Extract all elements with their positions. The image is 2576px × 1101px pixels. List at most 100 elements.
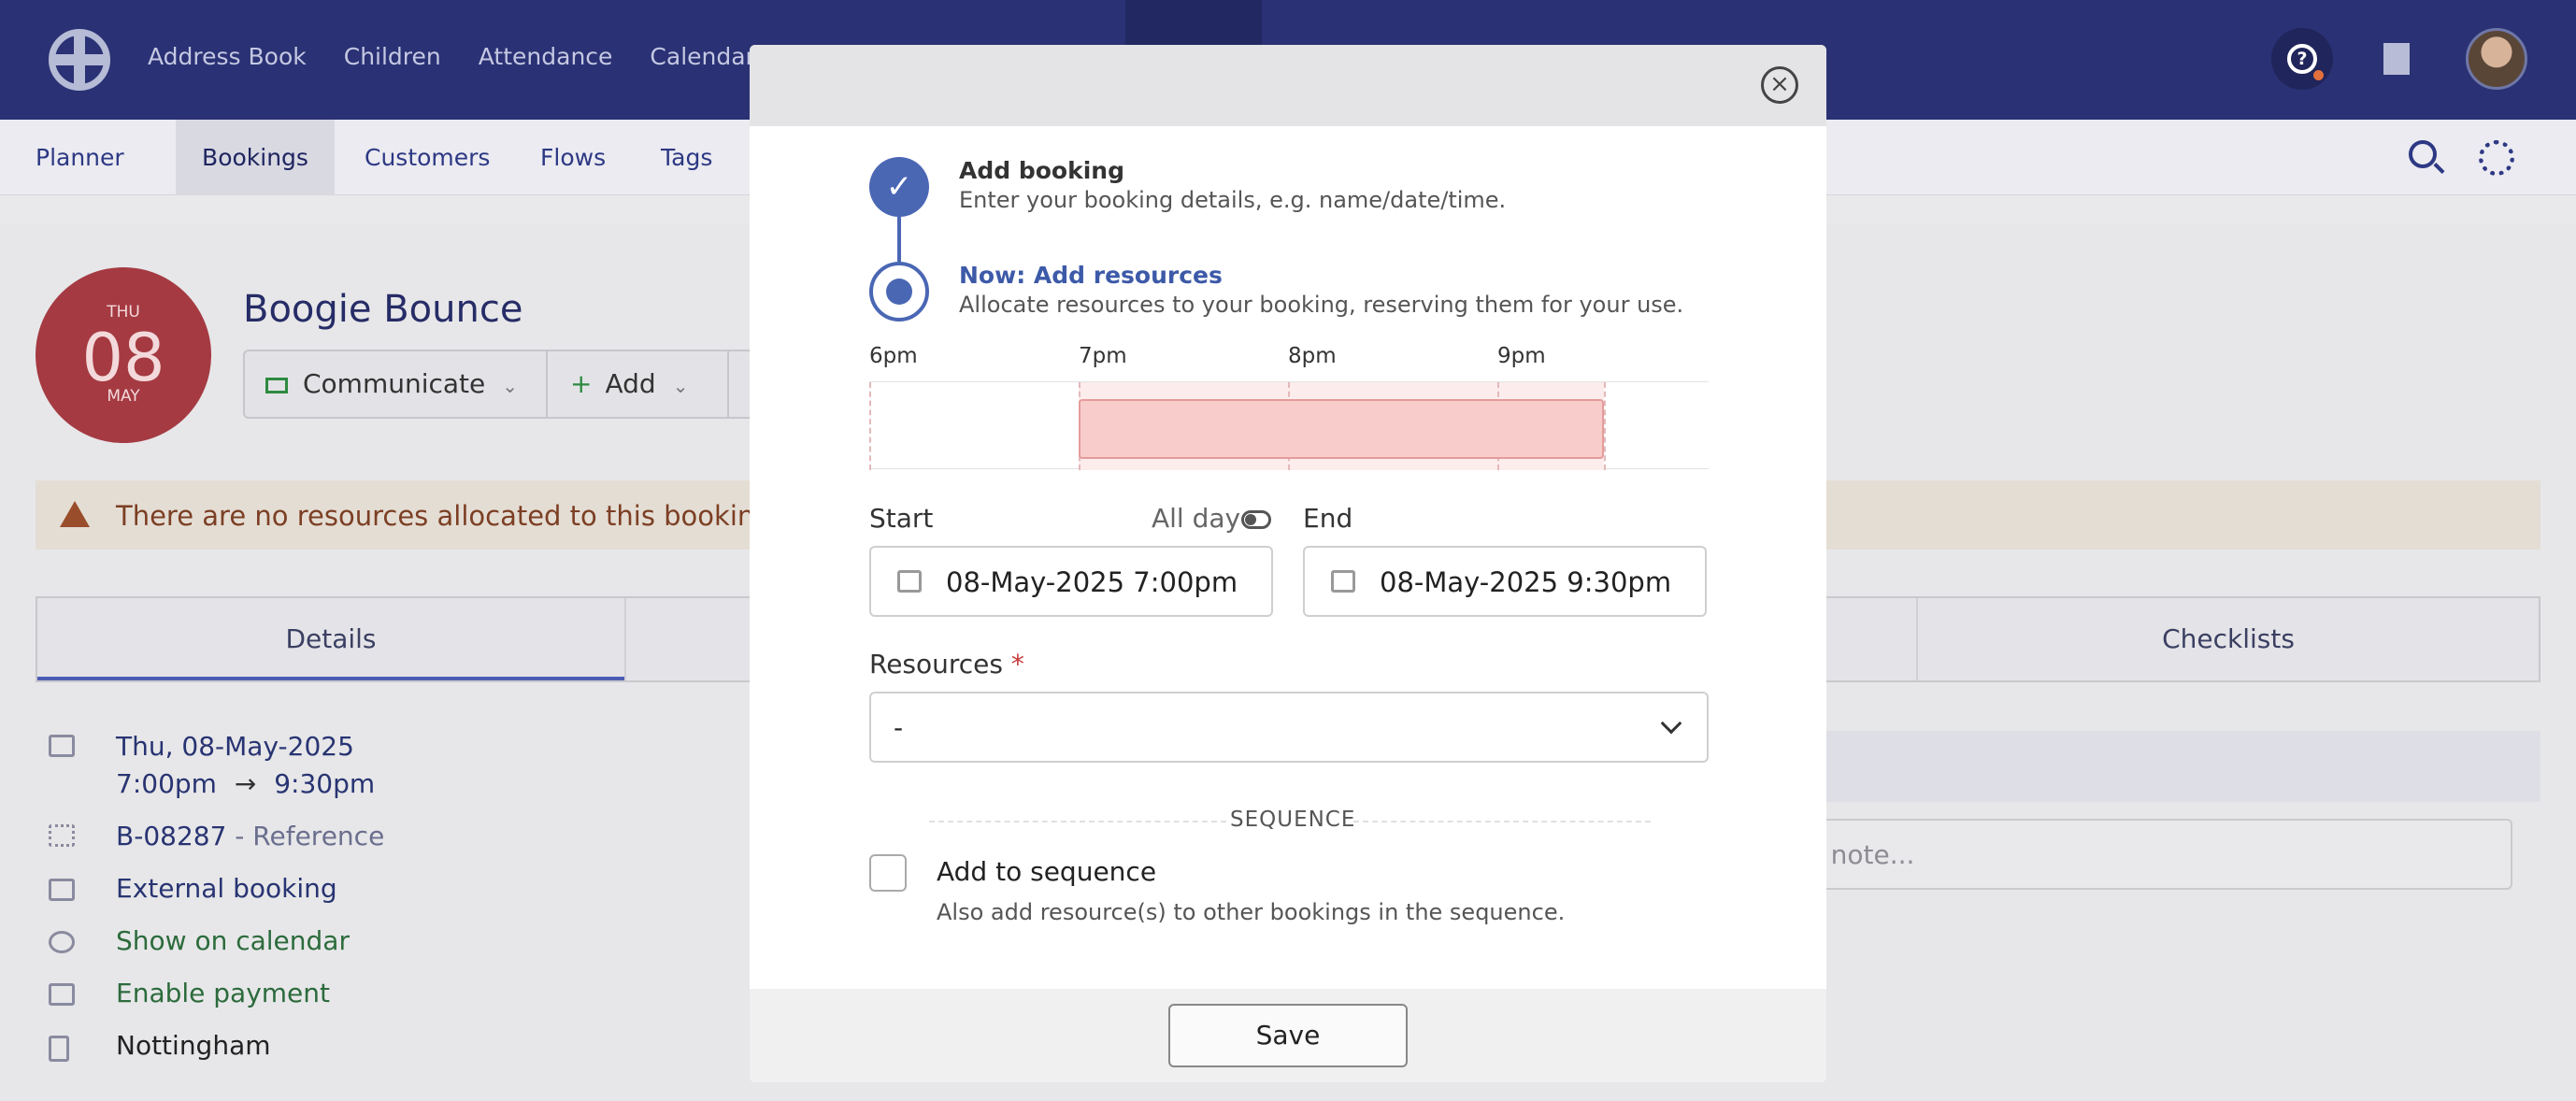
start-label: Start <box>869 503 934 534</box>
required-mark: * <box>1010 649 1024 679</box>
date-badge-day: THU <box>107 303 140 322</box>
sequence-heading: SEQUENCE <box>1230 808 1356 832</box>
building-icon <box>49 1036 69 1062</box>
folder-icon <box>49 879 75 901</box>
reference-id: B-08287 <box>116 821 227 851</box>
end-datetime-input[interactable]: 08-May-2025 9:30pm <box>1303 546 1707 617</box>
save-button[interactable]: Save <box>1168 1004 1408 1067</box>
subnav-bookings[interactable]: Bookings <box>176 120 335 195</box>
modal-header: × <box>750 45 1826 126</box>
eye-icon <box>49 931 75 953</box>
detail-reference[interactable]: B-08287 - Reference <box>116 821 384 851</box>
step-complete-check-icon: ✓ <box>869 157 929 217</box>
plus-icon: + <box>570 368 593 399</box>
chevron-down-icon: ⌄ <box>502 375 519 397</box>
add-to-sequence-checkbox[interactable] <box>869 854 907 892</box>
timeline-label-6pm: 6pm <box>869 344 918 368</box>
step-1-title: Add booking <box>959 157 1124 184</box>
subnav-tags[interactable]: Tags <box>661 120 712 195</box>
date-badge-number: 08 <box>81 320 165 396</box>
booking-title: Boogie Bounce <box>243 288 523 331</box>
resources-select[interactable]: - <box>869 692 1709 763</box>
calendar-clock-icon <box>1331 570 1355 593</box>
date-badge-month: MAY <box>107 387 140 406</box>
detail-date[interactable]: Thu, 08-May-2025 <box>116 731 354 762</box>
top-nav-children[interactable]: Children <box>344 43 441 70</box>
detail-location[interactable]: Nottingham <box>116 1030 271 1061</box>
subnav-planner[interactable]: Planner <box>9 120 150 195</box>
top-nav-address-book[interactable]: Address Book <box>148 43 307 70</box>
add-button[interactable]: + Add ⌄ <box>570 351 688 417</box>
step-current-dot <box>886 279 912 305</box>
chevron-down-icon: ⌄ <box>672 375 689 397</box>
building-icon[interactable] <box>2383 43 2410 75</box>
help-icon: ? <box>2287 44 2317 74</box>
start-datetime-input[interactable]: 08-May-2025 7:00pm <box>869 546 1273 617</box>
timeline-gridline <box>1604 382 1606 470</box>
resources-label: Resources * <box>869 649 1024 679</box>
chevron-down-icon <box>1660 712 1682 735</box>
calendar-clock-icon <box>897 570 922 593</box>
all-day-toggle[interactable] <box>1241 510 1271 529</box>
detail-enable-payment[interactable]: Enable payment <box>116 978 330 1008</box>
booking-timeline[interactable] <box>869 381 1709 470</box>
booking-action-bar: Communicate ⌄ + Add ⌄ <box>243 350 766 419</box>
step-2-title: Now: Add resources <box>959 262 1223 289</box>
top-nav-menu: Address Book Children Attendance Calenda… <box>148 43 755 70</box>
close-icon[interactable]: × <box>1761 66 1798 104</box>
resources-label-text: Resources <box>869 649 1003 679</box>
step-2-description: Allocate resources to your booking, rese… <box>959 292 1684 318</box>
add-to-sequence-description: Also add resource(s) to other bookings i… <box>937 899 1566 925</box>
step-current-indicator <box>869 262 929 322</box>
add-label: Add <box>605 368 656 399</box>
end-datetime-value: 08-May-2025 9:30pm <box>1380 566 1672 598</box>
toggle-knob <box>1245 514 1256 525</box>
credit-card-icon <box>49 983 75 1006</box>
arrow-right-icon: → <box>234 768 257 799</box>
search-icon[interactable] <box>2409 140 2437 168</box>
action-divider <box>727 351 729 417</box>
detail-time[interactable]: 7:00pm → 9:30pm <box>116 768 375 799</box>
step-connector <box>897 217 901 262</box>
add-note-input[interactable]: d note... <box>1776 819 2512 890</box>
calendar-icon <box>49 735 75 757</box>
warning-icon <box>60 501 90 527</box>
tab-divider <box>624 598 626 680</box>
user-avatar[interactable] <box>2466 28 2527 90</box>
notification-dot <box>2311 68 2326 82</box>
resources-select-value: - <box>894 712 904 743</box>
tab-checklists[interactable]: Checklists <box>1918 598 2539 680</box>
qr-code-icon <box>49 824 75 847</box>
all-day-label: All day <box>1152 503 1241 534</box>
top-nav-calendar[interactable]: Calendar <box>650 43 754 70</box>
top-nav-attendance[interactable]: Attendance <box>479 43 613 70</box>
add-resources-modal: × ✓ Add booking Enter your booking detai… <box>750 45 1826 1082</box>
modal-footer: Save <box>750 989 1826 1082</box>
detail-show-on-calendar[interactable]: Show on calendar <box>116 925 350 956</box>
timeline-label-9pm: 9pm <box>1497 344 1546 368</box>
start-datetime-value: 08-May-2025 7:00pm <box>946 566 1238 598</box>
subnav-flows[interactable]: Flows <box>540 120 606 195</box>
timeline-gridline <box>869 382 871 470</box>
timeline-booking-bar[interactable] <box>1079 399 1604 459</box>
communicate-button[interactable]: Communicate ⌄ <box>265 351 518 417</box>
tab-details[interactable]: Details <box>37 598 624 680</box>
logo-icon[interactable] <box>49 29 110 91</box>
settings-gear-icon[interactable] <box>2479 140 2514 176</box>
warning-alert-text: There are no resources allocated to this… <box>116 500 824 532</box>
communicate-label: Communicate <box>303 368 486 399</box>
date-badge: THU 08 MAY <box>36 267 211 443</box>
add-to-sequence-label[interactable]: Add to sequence <box>937 856 1156 887</box>
detail-time-start: 7:00pm <box>116 768 217 799</box>
detail-time-end: 9:30pm <box>274 768 376 799</box>
help-button[interactable]: ? <box>2271 28 2333 90</box>
notes-header: s <box>1776 731 2540 802</box>
mail-icon <box>265 378 288 393</box>
timeline-label-8pm: 8pm <box>1288 344 1337 368</box>
step-1-description: Enter your booking details, e.g. name/da… <box>959 187 1507 213</box>
reference-label: - Reference <box>226 821 385 851</box>
detail-booking-type[interactable]: External booking <box>116 873 337 904</box>
end-label: End <box>1303 503 1353 534</box>
subnav-customers[interactable]: Customers <box>365 120 490 195</box>
timeline-label-7pm: 7pm <box>1079 344 1127 368</box>
